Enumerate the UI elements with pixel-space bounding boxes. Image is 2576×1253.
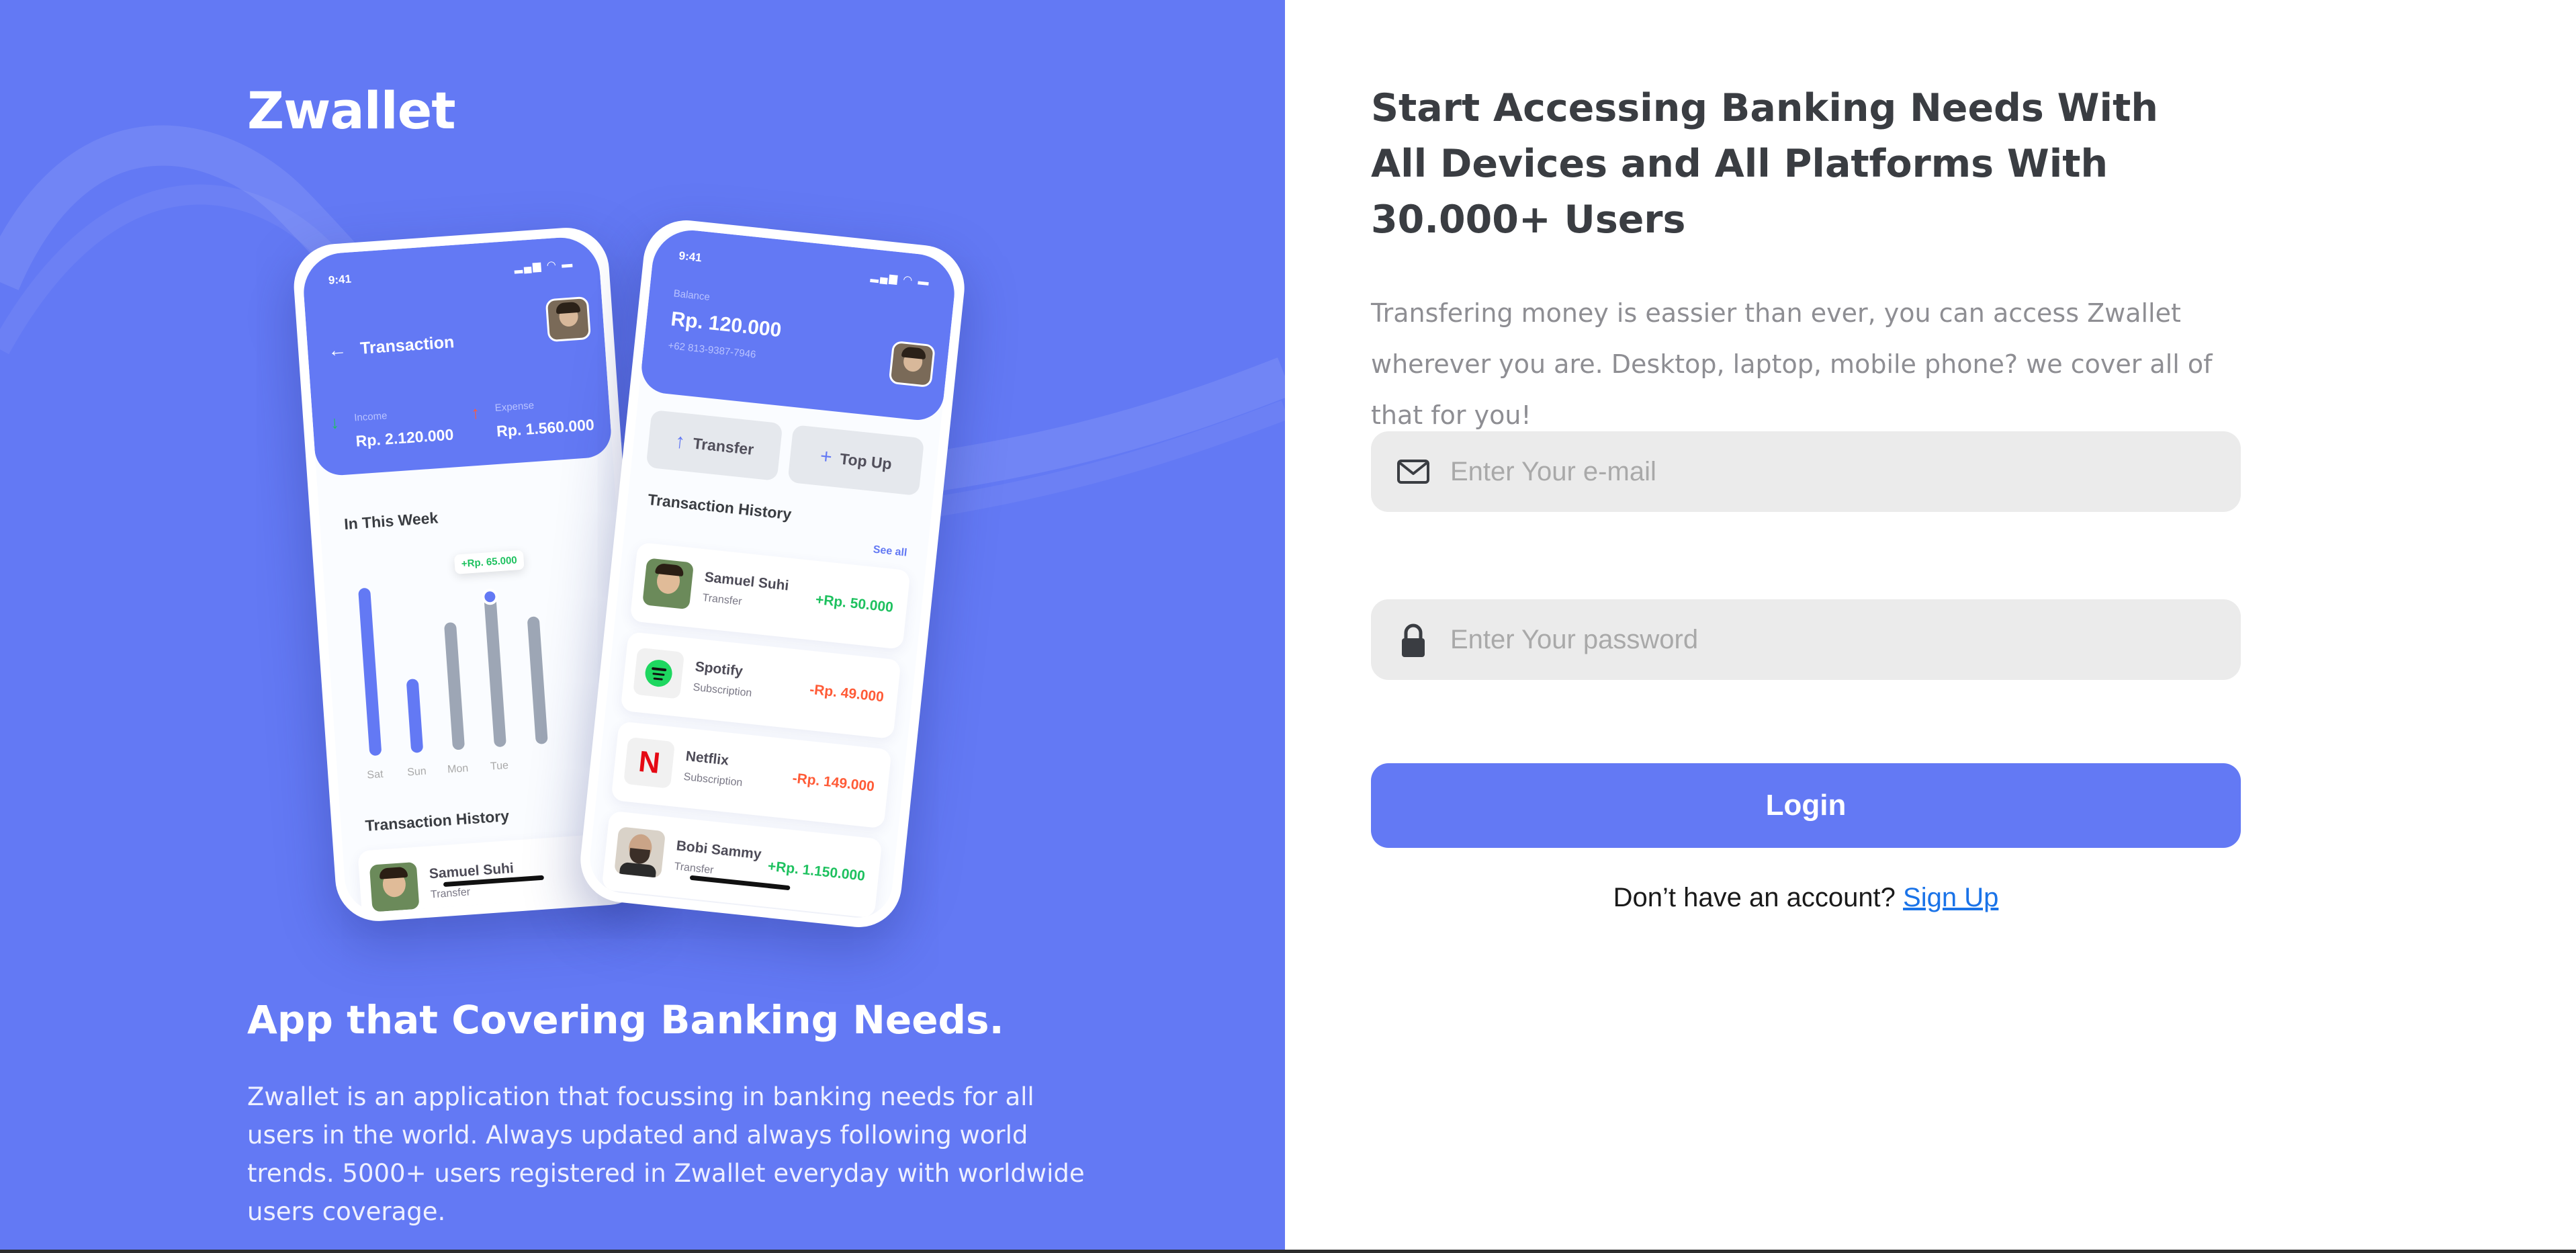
- login-button[interactable]: Login: [1371, 763, 2241, 848]
- list-item: Spotify Subscription -Rp. 49.000: [620, 632, 901, 740]
- phone-time: 9:41: [678, 249, 703, 265]
- phone-time: 9:41: [328, 272, 352, 287]
- mail-icon: [1397, 460, 1429, 484]
- back-arrow-icon: ←: [327, 339, 348, 361]
- avatar: [614, 826, 666, 879]
- transaction-name: Netflix: [684, 748, 729, 769]
- avatar: [369, 861, 420, 912]
- topup-label: Top Up: [839, 449, 893, 473]
- avatar: [642, 558, 695, 610]
- transaction-amount: +Rp. 1.150.000: [766, 858, 866, 884]
- hero-description: Zwallet is an application that focussing…: [247, 1082, 1085, 1226]
- transaction-type: Transfer: [673, 861, 715, 877]
- transaction-name: Samuel Suhi: [703, 569, 790, 594]
- list-item: Bobi Sammy Transfer +Rp. 1.150.000: [601, 810, 883, 918]
- netflix-icon: N: [623, 736, 676, 789]
- transaction-amount: +Rp. 50.000: [814, 591, 894, 615]
- transaction-amount: -Rp. 149.000: [791, 770, 875, 795]
- day-label: Mon: [447, 763, 469, 776]
- email-input[interactable]: [1450, 431, 2223, 512]
- bottom-edge: [0, 1250, 2576, 1253]
- login-heading: Start Accessing Banking Needs With All D…: [1371, 86, 2158, 242]
- transaction-amount: -Rp. 49.000: [809, 681, 885, 705]
- chart-bar: [443, 621, 465, 750]
- transaction-name: Spotify: [694, 658, 744, 680]
- history-label: Transaction History: [364, 807, 510, 834]
- list-item: N Netflix Subscription -Rp. 149.000: [611, 721, 892, 829]
- chart-tooltip: +Rp. 65.000: [453, 550, 525, 574]
- signup-link[interactable]: Sign Up: [1903, 883, 1998, 912]
- transaction-type: Transfer: [701, 592, 743, 608]
- transfer-label: Transfer: [692, 434, 755, 458]
- password-input[interactable]: [1450, 599, 2223, 680]
- lock-icon: [1402, 623, 1425, 657]
- topup-button: + Top Up: [787, 425, 925, 496]
- transaction-type: Subscription: [692, 681, 753, 699]
- income-arrow-icon: ↓: [329, 412, 340, 433]
- avatar: [545, 296, 592, 343]
- password-field[interactable]: [1371, 599, 2241, 680]
- day-label: Sat: [366, 768, 384, 781]
- login-description: Transfering money is eassier than ever, …: [1371, 298, 2213, 430]
- signup-prompt-text: Don’t have an account?: [1613, 883, 1896, 912]
- see-all-link: See all: [872, 544, 908, 559]
- hero-heading: App that Covering Banking Needs.: [247, 997, 1004, 1043]
- brand-logo: Zwallet: [247, 81, 456, 140]
- hero-panel: Zwallet 9:41 ▂▄▆ ◠ ▬ ← Transaction ↓ Inc…: [0, 0, 1285, 1250]
- avatar: [888, 340, 936, 388]
- arrow-up-icon: ↑: [674, 429, 686, 453]
- transaction-name: Bobi Sammy: [675, 838, 762, 863]
- history-label: Transaction History: [647, 490, 793, 523]
- list-item: Samuel Suhi Transfer +Rp. 50.000: [629, 542, 911, 650]
- transaction-type: Transfer: [430, 886, 471, 901]
- week-label: In This Week: [343, 509, 439, 533]
- plus-icon: +: [819, 445, 834, 469]
- transaction-type: Subscription: [682, 771, 744, 789]
- signup-prompt: Don’t have an account? Sign Up: [1371, 883, 2241, 913]
- chart-bar: [483, 592, 506, 748]
- expense-arrow-icon: ↑: [470, 402, 481, 423]
- transfer-button: ↑ Transfer: [646, 409, 783, 481]
- login-panel: Start Accessing Banking Needs With All D…: [1285, 0, 2576, 1253]
- spotify-icon: [633, 647, 685, 699]
- day-label: Sun: [406, 765, 427, 779]
- chart-bar: [527, 616, 548, 744]
- income-label: Income: [353, 410, 388, 424]
- chart-bar: [406, 678, 424, 753]
- chart-bar: [358, 587, 382, 757]
- email-field[interactable]: [1371, 431, 2241, 512]
- day-label: Tue: [490, 759, 509, 773]
- phone-header: [301, 234, 613, 477]
- phone-screen: 9:41 ▂▄▆ ◠ ▬ Balance Rp. 120.000 +62 813…: [586, 226, 959, 921]
